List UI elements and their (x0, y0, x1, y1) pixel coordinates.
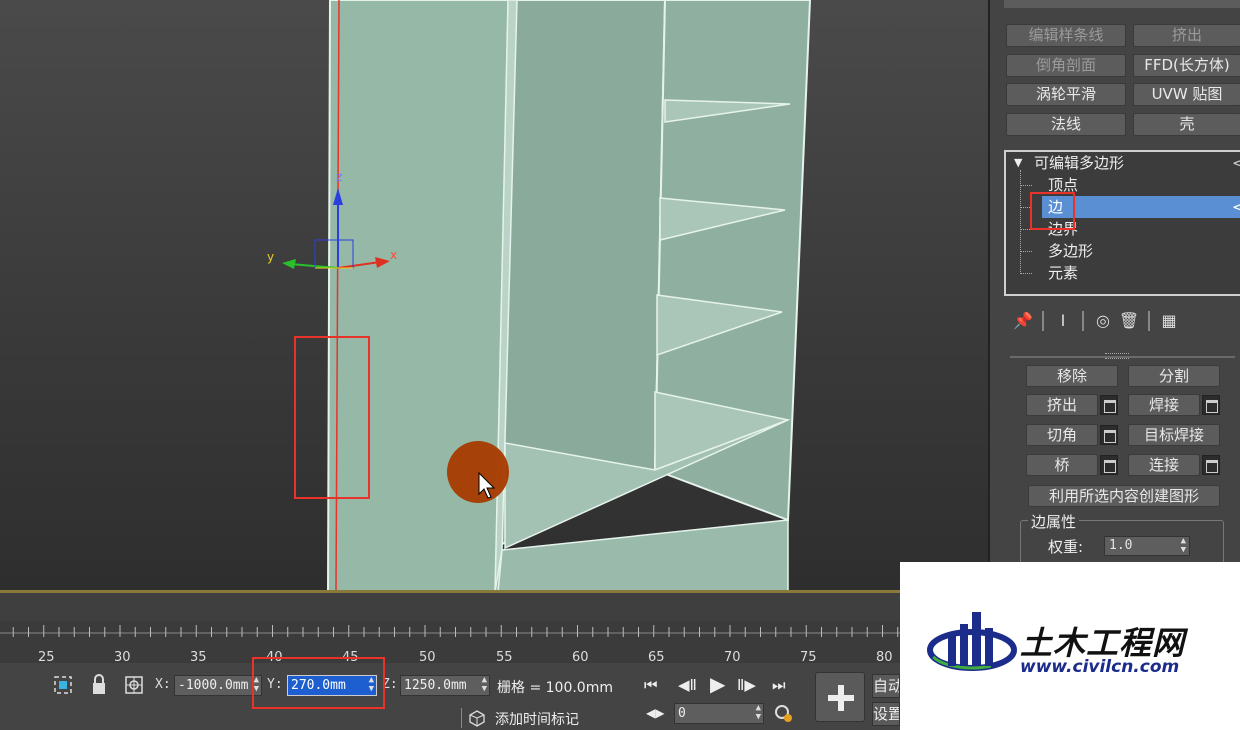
logo-url: www.civilcn.com (1020, 657, 1180, 677)
extrude-edge-button[interactable]: 挤出 (1026, 394, 1098, 416)
x-coord-value: -1000.0mm (178, 678, 249, 693)
set-key-button[interactable]: 设置 (872, 702, 900, 726)
spinner-arrows-icon[interactable]: ▲ ▼ (482, 676, 487, 694)
auto-key-label: 自动 (873, 677, 899, 695)
x-coord-label: X: (155, 677, 171, 692)
weld-edge-button[interactable]: 焊接 (1128, 394, 1200, 416)
target-weld-button[interactable]: 目标焊接 (1128, 424, 1220, 446)
perspective-viewport[interactable]: z x y (0, 0, 988, 592)
modifier-list-dropdown[interactable] (1004, 0, 1240, 8)
modifier-button-label: 编辑样条线 (1028, 26, 1104, 44)
x-coord-field[interactable]: -1000.0mm ▲ ▼ (174, 675, 262, 696)
modifier-button-label: 倒角剖面 (1035, 56, 1096, 74)
stack-item-polygon[interactable]: 多边形 (1048, 240, 1093, 262)
tree-connector (1020, 273, 1032, 274)
grid-size-readout: 栅格 = 100.0mm (497, 680, 613, 696)
weight-value: 1.0 (1109, 538, 1133, 553)
scene-render (282, 0, 812, 592)
spinner-arrows-icon[interactable]: ▲ ▼ (756, 704, 761, 722)
highlight-box-y-field (252, 657, 385, 709)
timeline-ruler[interactable] (0, 593, 900, 663)
connect-edge-button[interactable]: 连接 (1128, 454, 1200, 476)
tree-connector (1020, 185, 1032, 186)
stack-eye-icon[interactable]: < (1232, 152, 1240, 174)
stack-item-element[interactable]: 元素 (1048, 262, 1078, 284)
modifier-button-label: 壳 (1179, 115, 1195, 133)
set-key-label: 设置 (873, 705, 899, 723)
previous-frame-icon[interactable]: ◀Ⅱ (678, 676, 697, 694)
tree-connector (1020, 251, 1032, 252)
modifier-button-normal[interactable]: 法线 (1006, 113, 1126, 136)
selection-lock-icon[interactable] (90, 674, 108, 696)
spinner-arrows-icon[interactable]: ▲ ▼ (1181, 537, 1186, 555)
stack-root-editable-poly[interactable]: 可编辑多边形 (1034, 152, 1124, 174)
make-unique-icon[interactable]: ◎ (1090, 308, 1116, 334)
collapse-triangle-icon[interactable]: ▼ (1014, 152, 1022, 174)
current-frame-field[interactable]: 0 ▲ ▼ (674, 703, 764, 724)
watermark-logo: 土木工程网 www.civilcn.com (900, 562, 1240, 730)
highlight-box-edge-region (294, 336, 370, 499)
modifier-button-label: 法线 (1050, 115, 1081, 133)
show-end-result-icon[interactable]: Ⅰ (1050, 308, 1076, 334)
key-mode-toggle-icon[interactable]: ◀▶ (646, 706, 664, 720)
modifier-button-label: 涡轮平滑 (1035, 85, 1096, 103)
modifier-button-uvw-map[interactable]: UVW 贴图 (1133, 83, 1240, 106)
weight-spinner[interactable]: 1.0 ▲ ▼ (1104, 536, 1190, 556)
toolbar-separator (1082, 311, 1084, 331)
civilcn-logo-icon (927, 612, 1017, 671)
auto-key-button[interactable]: 自动 (872, 674, 900, 698)
weight-label: 权重: (1048, 538, 1084, 556)
toolbar-separator (1042, 311, 1044, 331)
weld-settings-icon[interactable] (1202, 395, 1220, 415)
add-time-tag-label[interactable]: 添加时间标记 (495, 709, 579, 729)
ruler-ticks (0, 593, 900, 637)
goto-end-icon[interactable]: ⏭ (772, 676, 786, 694)
add-time-tag-icon[interactable] (468, 709, 486, 727)
play-icon[interactable]: ▶ (710, 672, 725, 696)
highlight-box-edge-mode (1030, 192, 1075, 230)
remove-modifier-icon[interactable]: 🗑 (1116, 308, 1142, 334)
configure-modifier-sets-icon[interactable]: ▦ (1156, 308, 1182, 334)
isolate-selection-icon[interactable] (52, 674, 74, 696)
stack-toolbar: 📌 Ⅰ ◎ 🗑 ▦ (1010, 308, 1182, 334)
next-frame-icon[interactable]: Ⅱ▶ (737, 676, 756, 694)
gizmo-y-label: y (267, 250, 275, 264)
create-shape-from-selection-button[interactable]: 利用所选内容创建图形 (1028, 485, 1220, 507)
mouse-cursor-icon (478, 472, 496, 499)
gizmo-x-label: x (390, 248, 398, 262)
split-edge-button[interactable]: 分割 (1128, 365, 1220, 387)
modifier-button-bevel-profile[interactable]: 倒角剖面 (1006, 54, 1126, 77)
toolbar-separator (1148, 311, 1150, 331)
z-coord-field[interactable]: 1250.0mm ▲ ▼ (400, 675, 490, 696)
modifier-button-label: FFD(长方体) (1144, 56, 1230, 74)
stack-eye-icon[interactable]: < (1232, 196, 1240, 218)
modifier-button-label: 挤出 (1171, 26, 1202, 44)
bridge-settings-icon[interactable] (1100, 455, 1118, 475)
command-panel: 编辑样条线 挤出 倒角剖面 FFD(长方体) 涡轮平滑 UVW 贴图 法线 壳 … (988, 0, 1240, 570)
current-frame-value: 0 (678, 706, 686, 721)
bridge-edge-button[interactable]: 桥 (1026, 454, 1098, 476)
modifier-button-shell[interactable]: 壳 (1133, 113, 1240, 136)
edge-properties-title: 边属性 (1028, 511, 1080, 532)
connect-settings-icon[interactable] (1202, 455, 1220, 475)
pin-stack-icon[interactable]: 📌 (1010, 308, 1036, 334)
absolute-mode-transform-icon[interactable] (123, 674, 145, 696)
modifier-button-ffd-box[interactable]: FFD(长方体) (1133, 54, 1240, 77)
modifier-button-label: UVW 贴图 (1151, 85, 1223, 103)
status-separator (461, 708, 462, 728)
set-key-big-button[interactable] (815, 672, 865, 722)
remove-edge-button[interactable]: 移除 (1026, 365, 1118, 387)
modifier-button-turbosmooth[interactable]: 涡轮平滑 (1006, 83, 1126, 106)
cabinet-side-panel (326, 0, 517, 592)
time-configuration-icon[interactable] (774, 704, 794, 724)
chamfer-settings-icon[interactable] (1100, 425, 1118, 445)
goto-start-icon[interactable]: ⏮ (644, 676, 658, 694)
extrude-settings-icon[interactable] (1100, 395, 1118, 415)
rollout-grip-icon[interactable] (1105, 353, 1129, 359)
modifier-button-edit-spline[interactable]: 编辑样条线 (1006, 24, 1126, 47)
z-coord-value: 1250.0mm (404, 678, 467, 693)
chamfer-edge-button[interactable]: 切角 (1026, 424, 1098, 446)
gizmo-z-label: z (336, 170, 343, 184)
modifier-button-extrude[interactable]: 挤出 (1133, 24, 1240, 47)
